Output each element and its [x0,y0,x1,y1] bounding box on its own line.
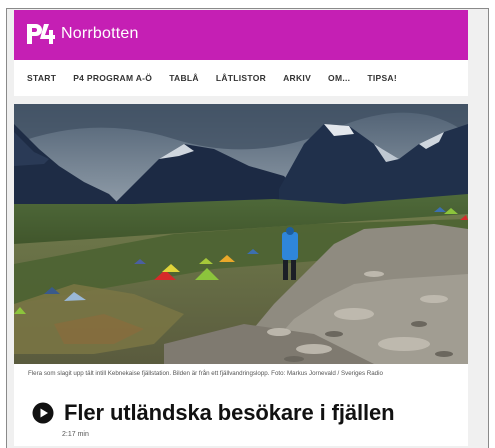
title-row: Fler utländska besökare i fjällen [32,400,395,426]
station-name: Norrbotten [61,25,139,42]
nav-program[interactable]: P4 PROGRAM A-Ö [73,73,152,83]
play-icon[interactable] [32,402,54,424]
p4-logo-icon [27,24,55,44]
article-header: Fler utländska besökare i fjällen 2:17 m… [14,386,468,446]
nav-om[interactable]: OM... [328,73,350,83]
article-title[interactable]: Fler utländska besökare i fjällen [64,400,395,426]
image-caption: Flera som slagit upp tält intill Kebneka… [14,364,468,386]
nav-arkiv[interactable]: ARKIV [283,73,311,83]
p4-logo[interactable]: Norrbotten [26,21,139,47]
site-header: Norrbotten [14,10,468,60]
hero-image [14,104,468,364]
main-navigation: START P4 PROGRAM A-Ö TABLÅ LÅTLISTOR ARK… [14,60,468,96]
nav-latlistor[interactable]: LÅTLISTOR [216,73,266,83]
nav-tabla[interactable]: TABLÅ [169,73,199,83]
audio-duration: 2:17 min [62,431,89,438]
nav-tipsa[interactable]: TIPSA! [367,73,397,83]
nav-start[interactable]: START [27,73,56,83]
